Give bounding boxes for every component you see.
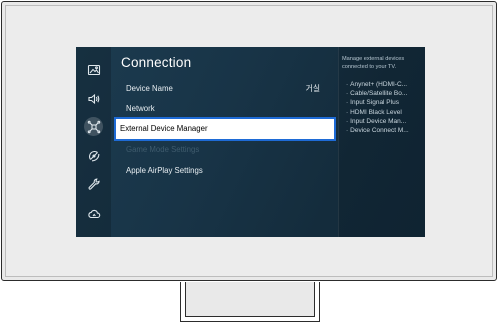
menu-item-label: Device Name [126,84,173,93]
description-panel: Manage external devices connected to you… [338,47,425,237]
description-text: Manage external devices connected to you… [342,56,405,70]
support-icon[interactable] [84,174,103,193]
list-item: Device Connect M... [346,126,424,135]
menu-item-apple-airplay-settings[interactable]: Apple AirPlay Settings [126,161,326,181]
menu-item-external-device-manager[interactable]: External Device Manager [116,119,334,139]
menu-title: Connection [121,55,192,70]
tv-stand [180,282,320,322]
menu-item-game-mode-settings: Game Mode Settings [126,140,326,160]
menu-item-label: External Device Manager [120,124,208,133]
broadcasting-icon[interactable] [84,146,103,165]
menu-item-label: Network [126,104,155,113]
connection-icon[interactable] [84,117,103,136]
menu-item-label: Game Mode Settings [126,145,200,154]
menu-item-label: Apple AirPlay Settings [126,166,203,175]
picture-icon[interactable] [84,60,103,79]
list-item: Input Signal Plus [346,98,424,107]
device-name-value: 거실 [305,84,320,93]
list-item: HDMI Black Level [346,108,424,117]
menu-item-network[interactable]: Network [126,99,326,119]
settings-category-rail [76,47,111,237]
list-item: Cable/Satellite Bo... [346,89,424,98]
tv-screen: Connection Device Name 거실 Network Extern… [76,47,425,237]
menu-item-device-name[interactable]: Device Name 거실 [126,79,326,99]
list-item: Input Device Man... [346,117,424,126]
tv-stand-neck [185,282,315,317]
sound-icon[interactable] [84,89,103,108]
list-item: Anynet+ (HDMI-C... [346,80,424,89]
cloud-icon[interactable] [84,204,103,223]
description-list: Anynet+ (HDMI-C... Cable/Satellite Bo...… [346,80,424,135]
connection-menu: Connection Device Name 거실 Network Extern… [114,47,336,237]
